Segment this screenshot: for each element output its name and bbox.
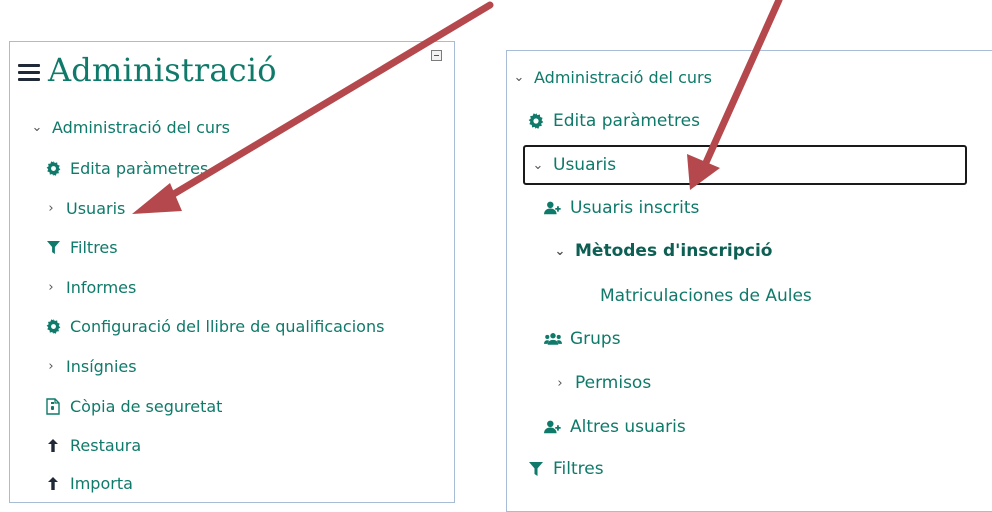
annotation-arrows <box>132 0 783 214</box>
arrow-to-left-users <box>132 1 494 214</box>
arrow-to-right-users <box>687 0 783 190</box>
